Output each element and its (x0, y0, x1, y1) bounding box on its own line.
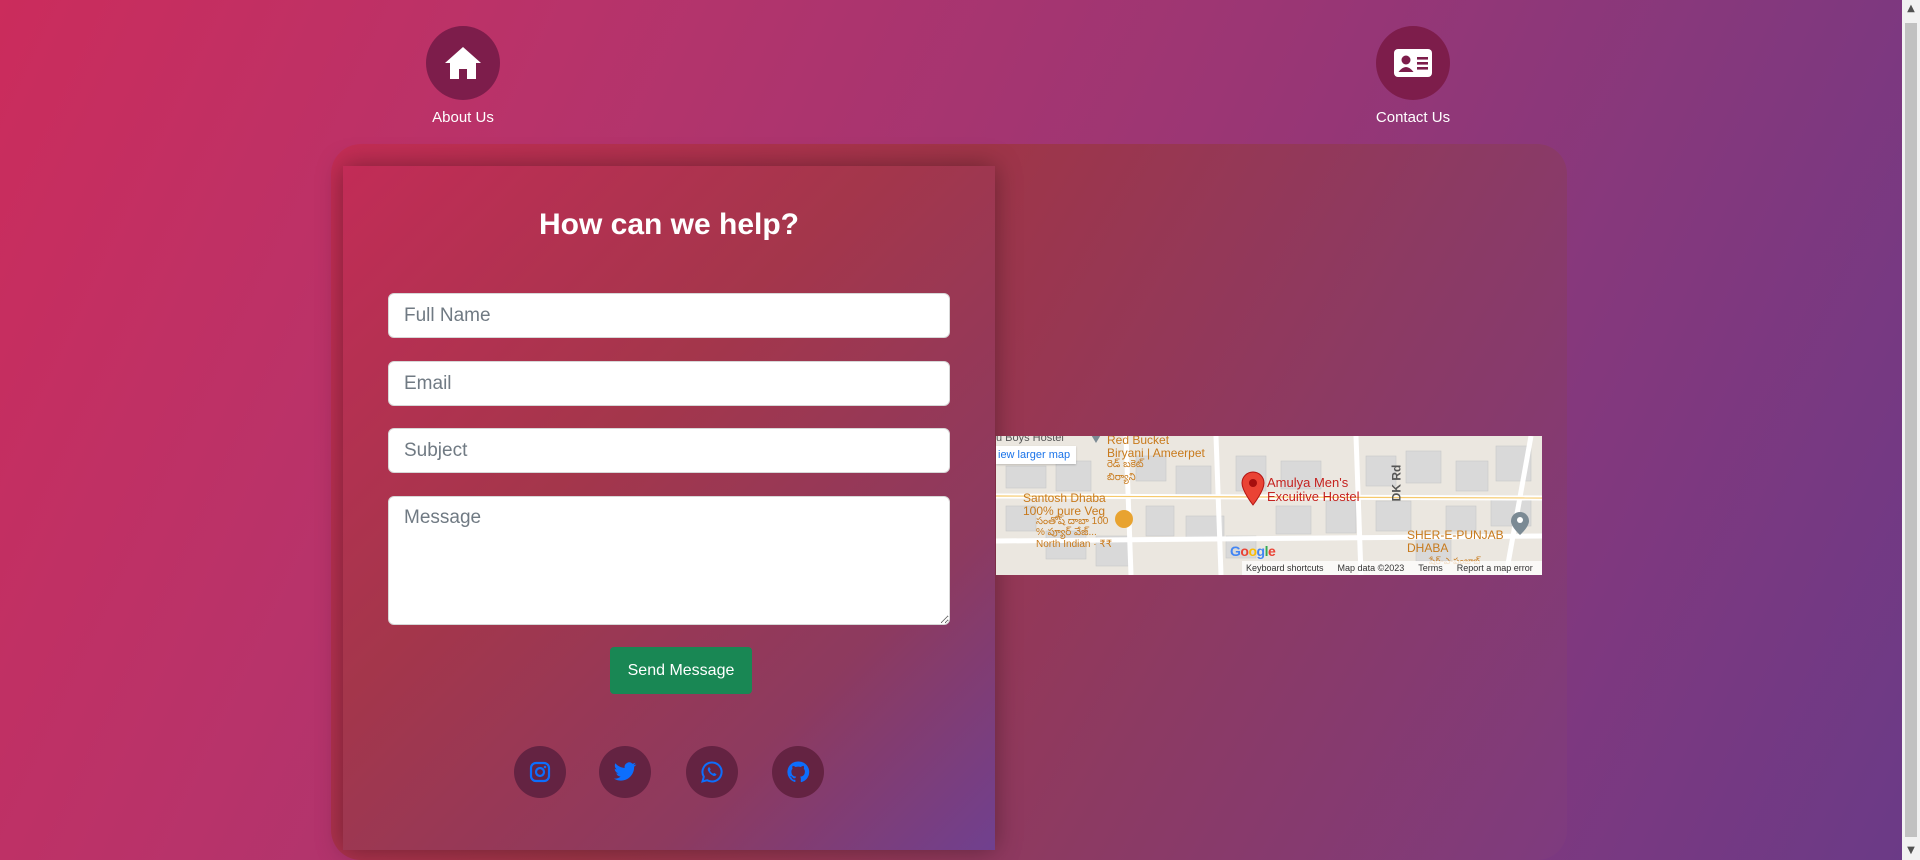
scroll-up-arrow-icon[interactable]: ▲ (1902, 0, 1920, 18)
contact-form-panel: How can we help? Send Message (343, 166, 995, 850)
map-data-attribution: Map data ©2023 (1337, 563, 1405, 573)
map-poi-santosh-telugu: సంతోష్ దాబా 100 % ప్యూర్ వేజ్... (1036, 516, 1109, 538)
subject-input[interactable] (388, 428, 950, 473)
map-marker-icon[interactable] (1240, 471, 1266, 507)
view-larger-map-link[interactable]: iew larger map (996, 446, 1077, 464)
map-poi-santosh-dhaba[interactable]: Santosh Dhaba 100% pure Veg (1023, 492, 1106, 518)
map-terms-link[interactable]: Terms (1418, 563, 1443, 573)
nav-about-label: About Us (432, 109, 494, 126)
map-poi-red-bucket-telugu: రెడ్ బకెట్ బిర్యాని (1107, 459, 1144, 483)
map-label-hostel: u Boys Hostel (996, 436, 1064, 444)
github-link[interactable] (772, 746, 824, 798)
google-logo: Google (1230, 543, 1276, 559)
map-poi-sher-e-punjab[interactable]: SHER-E-PUNJAB DHABA (1407, 529, 1504, 555)
whatsapp-link[interactable] (686, 746, 738, 798)
map-road-label: DK Rd (1389, 464, 1404, 502)
send-message-button[interactable]: Send Message (610, 647, 752, 694)
contact-card-icon (1394, 49, 1432, 77)
map-report-error-link[interactable]: Report a map error (1457, 563, 1533, 573)
twitter-icon (613, 762, 637, 781)
map-marker-label: Amulya Men's Excuitive Hostel (1267, 475, 1360, 504)
message-textarea[interactable] (388, 496, 950, 625)
nav-contact-label: Contact Us (1375, 109, 1451, 126)
whatsapp-icon (701, 761, 723, 783)
map-footer: Keyboard shortcuts Map data ©2023 Terms … (1242, 561, 1542, 575)
email-input[interactable] (388, 361, 950, 406)
nav-contact-us[interactable]: Contact Us (1353, 26, 1473, 126)
map-poi-santosh-category: North Indian · ₹₹ (1036, 539, 1113, 550)
instagram-link[interactable] (514, 746, 566, 798)
nav-about-us[interactable]: About Us (403, 26, 523, 126)
form-title: How can we help? (538, 208, 800, 241)
map-poi-red-bucket[interactable]: Red Bucket Biryani | Ameerpet (1107, 436, 1205, 460)
map-keyboard-shortcuts-link[interactable]: Keyboard shortcuts (1246, 563, 1324, 573)
full-name-input[interactable] (388, 293, 950, 338)
github-icon (787, 761, 810, 783)
home-icon (445, 47, 481, 79)
google-map-embed[interactable]: iew larger map u Boys Hostel Red Bucket … (996, 436, 1542, 575)
page-scrollbar[interactable]: ▲ ▼ (1902, 0, 1920, 860)
twitter-link[interactable] (599, 746, 651, 798)
home-icon-circle[interactable] (426, 26, 500, 100)
contact-card-icon-circle[interactable] (1376, 26, 1450, 100)
scroll-down-arrow-icon[interactable]: ▼ (1902, 842, 1920, 860)
instagram-icon (529, 761, 551, 783)
scrollbar-thumb[interactable] (1905, 23, 1917, 837)
